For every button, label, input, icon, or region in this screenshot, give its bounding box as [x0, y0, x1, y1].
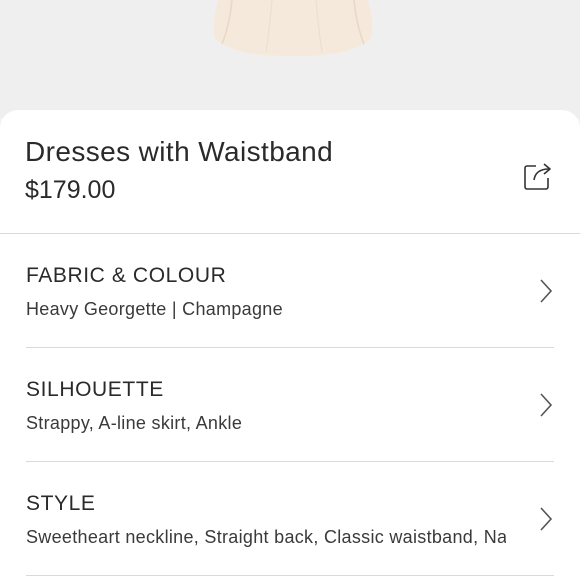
product-image-area: [0, 0, 580, 118]
share-icon[interactable]: [522, 160, 554, 192]
dress-image: [213, 0, 373, 56]
detail-row-value: Sweetheart neckline, Straight back, Clas…: [26, 527, 506, 547]
detail-row-label: SILHOUETTE: [26, 378, 164, 401]
product-detail-sheet: Dresses with Waistband $179.00 FABRIC & …: [0, 110, 580, 580]
detail-row-silhouette[interactable]: SILHOUETTE Strappy, A-line skirt, Ankle: [0, 348, 580, 462]
detail-row-value: Strappy, A-line skirt, Ankle: [26, 413, 243, 433]
detail-row-fabric-colour[interactable]: FABRIC & COLOUR Heavy Georgette | Champa…: [0, 234, 580, 348]
chevron-right-icon: [540, 393, 553, 417]
product-price: $179.00: [25, 176, 116, 204]
detail-row-label: STYLE: [26, 492, 96, 515]
divider: [26, 575, 554, 576]
detail-row-value: Heavy Georgette | Champagne: [26, 299, 283, 319]
detail-row-label: FABRIC & COLOUR: [26, 264, 227, 287]
detail-row-style[interactable]: STYLE Sweetheart neckline, Straight back…: [0, 462, 580, 576]
product-title: Dresses with Waistband: [25, 136, 334, 167]
chevron-right-icon: [540, 279, 553, 303]
chevron-right-icon: [540, 507, 553, 531]
